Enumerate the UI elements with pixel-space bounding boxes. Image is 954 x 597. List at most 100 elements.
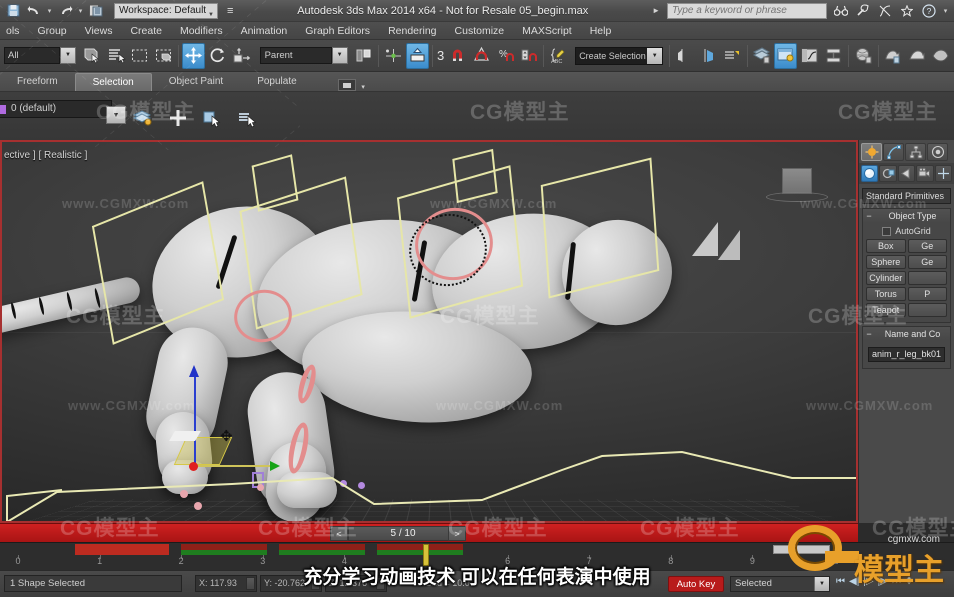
tab-freeform[interactable]: Freeform <box>0 73 75 91</box>
edit-named-selection-sets-icon[interactable]: ABC <box>547 43 570 69</box>
spinner-snap-icon[interactable] <box>518 43 541 69</box>
use-pivot-center-icon[interactable] <box>406 42 429 69</box>
tab-selection[interactable]: Selection <box>74 73 152 91</box>
pyramid-button[interactable]: P <box>907 287 947 301</box>
menu-item-animation[interactable]: Animation <box>232 22 297 40</box>
gizmo-x-arrow[interactable] <box>270 461 280 471</box>
y-coordinate-field[interactable]: Y: -20.762 <box>260 575 322 592</box>
autogrid-row[interactable]: AutoGrid <box>866 226 947 236</box>
mirror-icon[interactable] <box>673 43 696 69</box>
help-icon[interactable]: ? <box>920 2 937 19</box>
z-coordinate-field[interactable]: Z: 12.376 <box>325 575 387 592</box>
range-bar[interactable] <box>279 544 365 555</box>
menu-item-rendering[interactable]: Rendering <box>379 22 445 40</box>
collapse-icon[interactable]: − <box>863 329 875 339</box>
next-frame-button[interactable]: > <box>448 526 466 541</box>
spinner-icon[interactable] <box>376 577 385 590</box>
ribbon-overflow-icon[interactable] <box>337 79 356 91</box>
named-selection-sets-combo[interactable]: Create Selection Se ▼ <box>575 46 664 65</box>
cameras-icon[interactable] <box>916 165 934 182</box>
chevron-down-icon[interactable]: ▼ <box>331 47 348 64</box>
reference-coordinate-system-combo[interactable]: Parent ▼ <box>259 47 348 64</box>
time-slider[interactable]: < 5 / 10 > <box>0 523 858 542</box>
menu-item-group[interactable]: Group <box>28 22 75 40</box>
object-category-combo[interactable]: Standard Primitives <box>862 188 951 204</box>
track-bar[interactable]: 012345678910 <box>0 542 954 570</box>
workspace-selector[interactable]: Workspace: Default ▼ <box>114 2 218 19</box>
x-coordinate-field[interactable]: X: 117.93 <box>195 575 257 592</box>
select-object-icon[interactable] <box>81 43 104 69</box>
torus-button[interactable]: Torus <box>866 287 906 301</box>
previous-frame-button[interactable]: < <box>330 526 348 541</box>
object-name-field[interactable]: anim_r_leg_bk01 <box>868 347 945 362</box>
undo-dropdown-icon[interactable]: ▾ <box>46 7 53 15</box>
select-by-name-icon[interactable] <box>105 43 128 69</box>
select-and-move-icon[interactable] <box>182 42 205 69</box>
previous-frame-icon[interactable]: ◀| <box>849 576 859 587</box>
graphite-modeling-tools-icon[interactable] <box>751 43 774 69</box>
go-to-end-icon[interactable]: ⏭ <box>892 576 901 587</box>
menu-item-help[interactable]: Help <box>581 22 621 40</box>
spinner-icon[interactable] <box>311 577 320 590</box>
gizmo-x-axis[interactable] <box>194 465 278 467</box>
gizmo-origin[interactable] <box>189 462 198 471</box>
select-and-rotate-icon[interactable] <box>206 43 229 69</box>
menu-item-tools[interactable]: ols <box>0 22 28 40</box>
chevron-down-icon[interactable]: ▾ <box>360 83 367 91</box>
select-region-rectangle-icon[interactable] <box>129 43 152 69</box>
chevron-down-icon[interactable]: ▼ <box>106 106 126 124</box>
motion-tab[interactable] <box>927 143 948 161</box>
layer-properties-icon[interactable] <box>238 108 260 133</box>
range-bar[interactable] <box>377 544 463 555</box>
percent-snap-icon[interactable]: % <box>494 43 517 69</box>
help-dropdown-icon[interactable]: ▾ <box>942 7 949 15</box>
layer-manager-icon[interactable] <box>132 108 154 133</box>
auto-key-button[interactable]: Auto Key <box>668 576 724 592</box>
next-frame-icon[interactable]: |▶ <box>878 576 888 587</box>
layer-manager-icon[interactable] <box>721 43 744 69</box>
motion-path-spline[interactable] <box>2 412 856 521</box>
sphere-button[interactable]: Sphere <box>866 255 906 269</box>
menu-item-maxscript[interactable]: MAXScript <box>513 22 581 40</box>
selection-filter-combo[interactable]: All ▼ <box>4 47 76 64</box>
save-icon[interactable] <box>4 2 22 19</box>
shapes-icon[interactable] <box>879 165 897 182</box>
view-cube[interactable] <box>782 168 812 194</box>
material-editor-icon[interactable] <box>852 43 875 69</box>
star-icon[interactable] <box>898 2 915 19</box>
hierarchy-tab[interactable] <box>905 143 926 161</box>
tab-object-paint[interactable]: Object Paint <box>152 73 240 91</box>
search-input[interactable] <box>667 2 827 19</box>
plane-button[interactable] <box>907 303 947 317</box>
curve-editor-icon[interactable] <box>798 43 821 69</box>
name-and-color-header[interactable]: − Name and Co <box>863 327 950 341</box>
create-tab[interactable] <box>861 143 882 161</box>
select-layer-objects-icon[interactable] <box>202 108 224 133</box>
align-icon[interactable] <box>697 43 720 69</box>
perspective-viewport[interactable]: ective ] [ Realistic ] ✥ <box>2 142 856 521</box>
tab-populate[interactable]: Populate <box>240 73 313 91</box>
chevron-down-icon[interactable]: ▼ <box>814 577 829 591</box>
toolbar-overflow-icon[interactable]: ► <box>652 6 660 15</box>
redo-icon[interactable] <box>56 2 74 19</box>
menu-item-customize[interactable]: Customize <box>446 22 514 40</box>
current-layer-combo[interactable]: 0 (default) <box>0 100 112 118</box>
viewport-label[interactable]: ective ] [ Realistic ] <box>4 150 87 161</box>
current-frame-field[interactable]: 5 / 10 <box>348 526 458 541</box>
range-bar[interactable] <box>75 544 169 555</box>
select-and-manipulate-icon[interactable] <box>382 43 405 69</box>
menu-item-modifiers[interactable]: Modifiers <box>171 22 232 40</box>
select-window-crossing-icon[interactable] <box>152 43 175 69</box>
lights-icon[interactable] <box>897 165 916 182</box>
redo-dropdown-icon[interactable]: ▾ <box>77 7 84 15</box>
render-setup-icon[interactable] <box>882 43 905 69</box>
chevron-down-icon[interactable]: ▼ <box>60 47 76 64</box>
helpers-icon[interactable] <box>934 165 953 182</box>
angle-snap-icon[interactable] <box>470 43 493 69</box>
wrench-icon[interactable] <box>854 2 871 19</box>
add-layer-icon[interactable] <box>168 108 188 133</box>
collapse-icon[interactable]: − <box>863 211 875 221</box>
select-and-scale-icon[interactable] <box>230 43 253 69</box>
teapot-button[interactable]: Teapot <box>866 303 906 317</box>
go-to-start-icon[interactable]: ⏮ <box>836 576 845 587</box>
